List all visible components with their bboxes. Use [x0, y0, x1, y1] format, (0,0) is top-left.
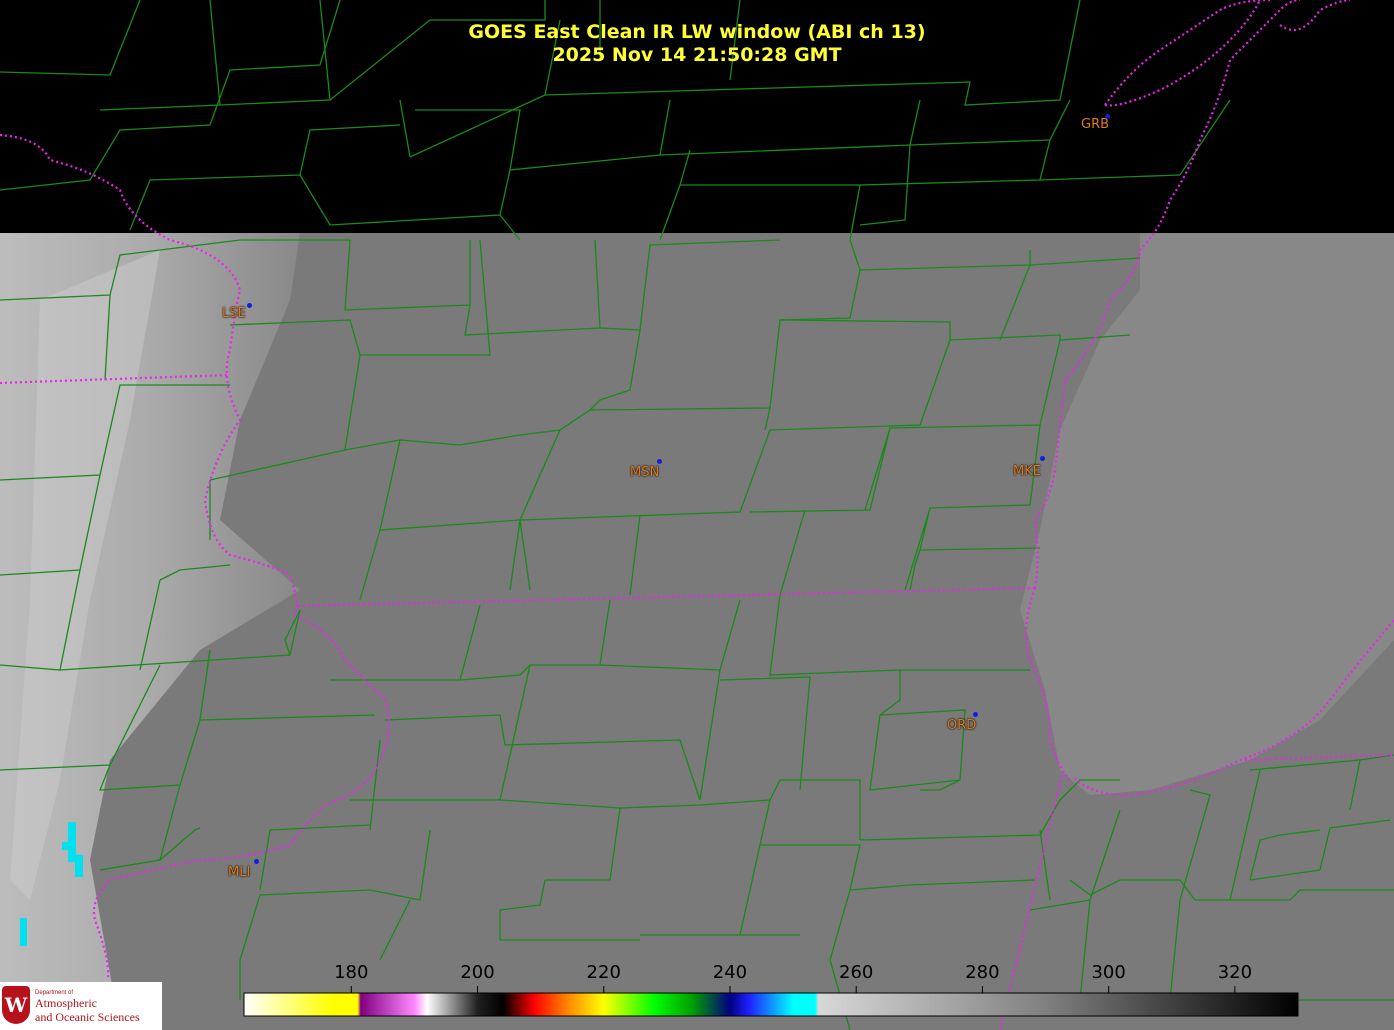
satellite-image-viewer: GOES East Clean IR LW window (ABI ch 13)… — [0, 0, 1394, 1030]
image-timestamp: 2025 Nov 14 21:50:28 GMT — [552, 44, 842, 66]
city-label-grb: GRB — [1081, 117, 1110, 132]
city-dot-msn — [657, 459, 662, 464]
logo-name-line2: and Oceanic Sciences — [35, 1010, 140, 1024]
city-dot-mke — [1040, 456, 1045, 461]
colorbar-tick-label: 260 — [839, 962, 874, 983]
colorbar-tick-label: 240 — [712, 962, 748, 983]
city-label-ord: ORD — [947, 718, 977, 733]
cold-top-pixels — [68, 822, 76, 862]
city-dot-mli — [254, 859, 259, 864]
city-label-lse: LSE — [222, 306, 246, 321]
city-dot-lse — [247, 303, 252, 308]
image-title: GOES East Clean IR LW window (ABI ch 13) — [468, 21, 926, 43]
cold-top-pixels — [75, 855, 83, 877]
colorbar-tick-label: 280 — [965, 962, 1000, 983]
map-canvas — [0, 0, 1394, 1030]
colorbar-tick-label: 220 — [586, 962, 621, 983]
city-label-mli: MLI — [228, 865, 251, 880]
colorbar-tick-label: 200 — [460, 962, 495, 983]
logo-name-line1: Atmospheric — [35, 996, 97, 1010]
colorbar-tick-label: 180 — [334, 962, 369, 983]
city-label-mke: MKE — [1013, 464, 1041, 479]
city-label-msn: MSN — [630, 465, 660, 480]
cold-top-pixels — [20, 918, 27, 946]
colorbar-tick-label: 320 — [1217, 962, 1253, 983]
colorbar-frame — [243, 992, 1299, 1017]
city-dot-ord — [973, 712, 978, 717]
uw-crest-icon: W — [2, 986, 30, 1024]
colorbar-tick-label: 300 — [1091, 962, 1126, 983]
aos-logo: W Department of Atmospheric and Oceanic … — [0, 982, 162, 1030]
cold-top-pixels — [62, 842, 68, 850]
